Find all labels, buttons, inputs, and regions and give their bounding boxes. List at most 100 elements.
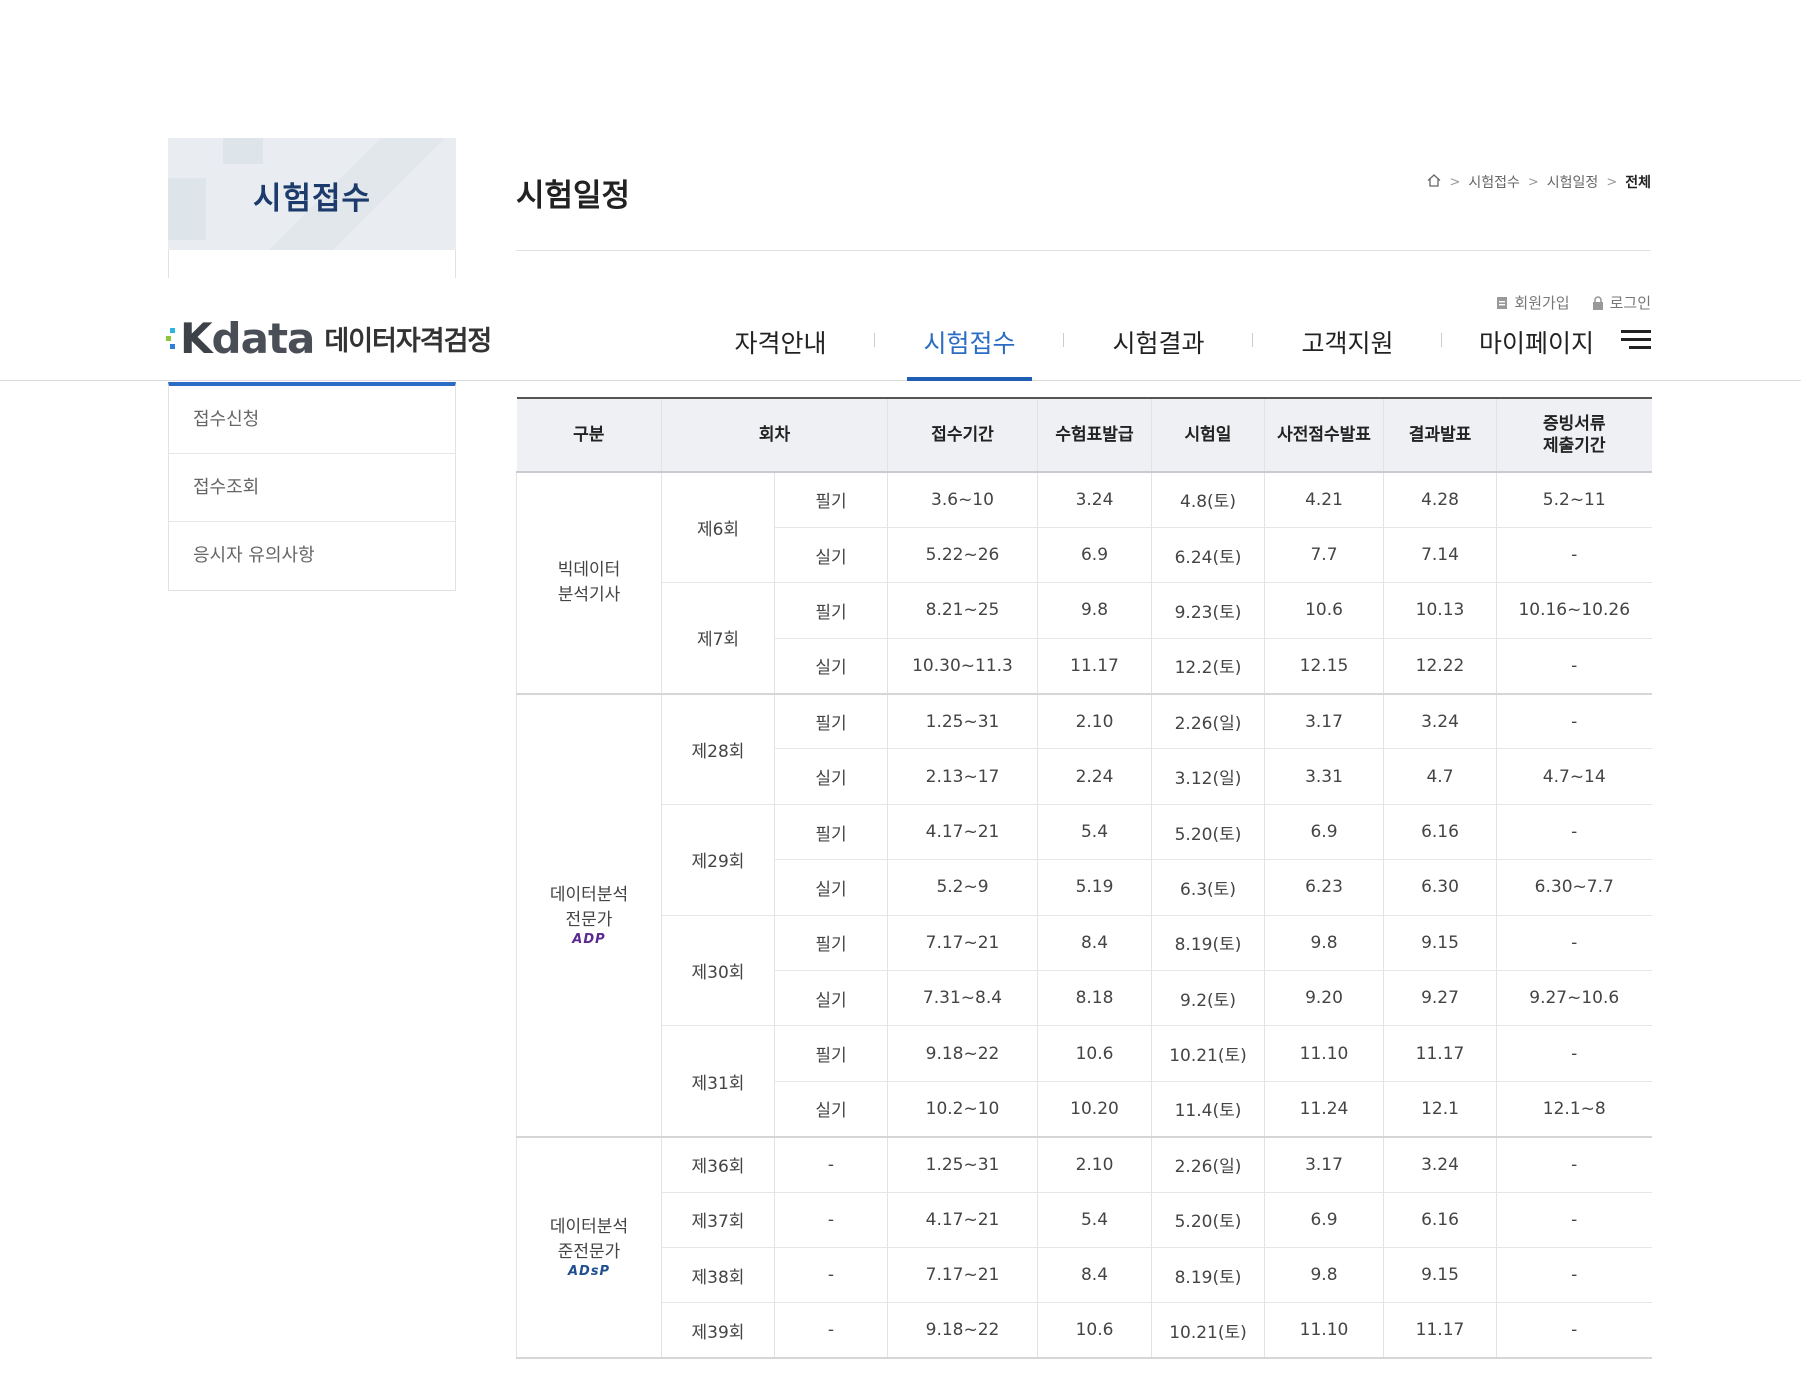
breadcrumb-item[interactable]: 시험일정 <box>1547 172 1599 192</box>
cell-exam-date: 6.24(토) <box>1151 527 1265 584</box>
cell-exam-date: 8.19(토) <box>1151 1247 1265 1304</box>
page-title: 시험일정 <box>516 178 631 214</box>
sidebar-item-notice[interactable]: 응시자 유의사항 <box>169 522 455 590</box>
cell-pre-score: 11.10 <box>1264 1025 1384 1082</box>
cell-exam-type: 필기 <box>774 1025 888 1082</box>
nav-exam-results[interactable]: 시험결과 <box>1064 324 1253 381</box>
cell-period: 3.6~10 <box>887 472 1038 528</box>
nav-customer-support[interactable]: 고객지원 <box>1253 324 1442 381</box>
cell-exam-date: 5.20(토) <box>1151 804 1265 861</box>
table-row: 제31회 필기 9.18~22 10.6 10.21(토) 11.10 11.17- <box>517 1025 1652 1138</box>
site-logo[interactable]: Kdata 데이터자격검정 <box>166 314 492 363</box>
cell-exam-date: 2.26(일) <box>1151 693 1265 750</box>
cell-ticket: 9.8 <box>1037 582 1152 639</box>
cell-period: 7.31~8.4 <box>887 970 1038 1027</box>
cell-exam-date: 12.2(토) <box>1151 638 1265 695</box>
cell-round: 제37회 <box>661 1192 775 1248</box>
cell-documents: 9.27~10.6 <box>1496 970 1652 1027</box>
sidebar-title: 시험접수 <box>252 181 372 217</box>
cell-documents: - <box>1496 804 1652 861</box>
cell-ticket: 10.6 <box>1037 1025 1152 1082</box>
cell-period: 1.25~31 <box>887 693 1038 750</box>
cell-exam-date: 5.20(토) <box>1151 1192 1265 1248</box>
cell-ticket: 2.10 <box>1037 693 1152 750</box>
logo-mark-icon <box>166 324 178 354</box>
cell-result: 4.28 <box>1383 472 1497 528</box>
cell-exam-date: 4.8(토) <box>1151 472 1265 528</box>
cell-category: 빅데이터 분석기사 <box>516 472 662 695</box>
cell-documents: - <box>1496 915 1652 972</box>
cell-pre-score: 6.9 <box>1264 1192 1384 1248</box>
nav-exam-application[interactable]: 시험접수 <box>875 324 1064 381</box>
cell-result: 12.1 <box>1383 1081 1497 1138</box>
breadcrumb-current: 전체 <box>1625 175 1651 191</box>
join-link[interactable]: 회원가입 <box>1496 292 1570 313</box>
menu-icon[interactable] <box>1621 330 1651 350</box>
cell-period: 7.17~21 <box>887 1247 1038 1304</box>
cell-pre-score: 11.10 <box>1264 1302 1384 1360</box>
lock-icon <box>1592 295 1603 310</box>
cell-pre-score: 4.21 <box>1264 472 1384 528</box>
cell-documents: 4.7~14 <box>1496 748 1652 805</box>
cell-round: 제31회 <box>661 1025 775 1138</box>
cell-result: 12.22 <box>1383 638 1497 695</box>
nav-qualification-info[interactable]: 자격안내 <box>686 324 875 381</box>
cell-ticket: 10.20 <box>1037 1081 1152 1138</box>
cell-period: 9.18~22 <box>887 1025 1038 1082</box>
cell-ticket: 3.24 <box>1037 472 1152 528</box>
cell-round: 제6회 <box>661 472 775 584</box>
exam-schedule-table-wrap: 구분 회차 접수기간 수험표발급 시험일 사전점수발표 결과발표 증빙서류 제출기… <box>516 397 1652 1360</box>
cell-documents: 10.16~10.26 <box>1496 582 1652 639</box>
header-documents: 증빙서류 제출기간 <box>1496 397 1652 473</box>
cell-documents: - <box>1496 1025 1652 1082</box>
table-row: 제39회 -9.18~22 10.6 10.21(토) 11.10 11.17- <box>517 1302 1652 1360</box>
cell-documents: 6.30~7.7 <box>1496 859 1652 916</box>
cell-result: 4.7 <box>1383 748 1497 805</box>
cell-exam-type: 필기 <box>774 915 888 972</box>
cell-ticket: 5.4 <box>1037 1192 1152 1248</box>
cell-documents: - <box>1496 693 1652 750</box>
cell-exam-date: 3.12(일) <box>1151 748 1265 805</box>
logo-subtitle: 데이터자격검정 <box>324 326 492 357</box>
cell-documents: - <box>1496 527 1652 584</box>
cell-documents: - <box>1496 638 1652 695</box>
cell-ticket: 5.19 <box>1037 859 1152 916</box>
nav-my-page[interactable]: 마이페이지 <box>1442 324 1631 381</box>
cell-result: 3.24 <box>1383 1136 1497 1193</box>
cell-exam-date: 9.23(토) <box>1151 582 1265 639</box>
cell-ticket: 5.4 <box>1037 804 1152 861</box>
sidebar-menu: 접수신청 접수조회 응시자 유의사항 <box>168 382 456 591</box>
login-link[interactable]: 로그인 <box>1592 292 1651 313</box>
cell-exam-type: - <box>774 1302 888 1360</box>
utility-menu: 회원가입 로그인 <box>1496 292 1651 313</box>
join-label: 회원가입 <box>1514 294 1570 312</box>
cell-period: 4.17~21 <box>887 1192 1038 1248</box>
logo-wordmark: Kdata <box>180 314 315 363</box>
sidebar-item-lookup[interactable]: 접수조회 <box>169 454 455 522</box>
cell-exam-type: 실기 <box>774 527 888 584</box>
cell-result: 6.16 <box>1383 1192 1497 1248</box>
cell-category: 데이터분석 전문가 ADP <box>516 693 662 1138</box>
table-row: 제7회 필기 8.21~25 9.8 9.23(토) 10.6 10.13 10.16~10.… <box>517 582 1652 695</box>
cell-round: 제39회 <box>661 1302 775 1360</box>
cell-exam-type: 필기 <box>774 582 888 639</box>
cell-pre-score: 12.15 <box>1264 638 1384 695</box>
cell-result: 11.17 <box>1383 1025 1497 1082</box>
document-icon <box>1497 296 1508 309</box>
cell-exam-type: - <box>774 1192 888 1248</box>
cell-ticket: 6.9 <box>1037 527 1152 584</box>
cell-pre-score: 11.24 <box>1264 1081 1384 1138</box>
cell-round: 제36회 <box>661 1136 775 1193</box>
sidebar-frame <box>168 250 456 278</box>
cell-result: 9.15 <box>1383 915 1497 972</box>
breadcrumb-item[interactable]: 시험접수 <box>1468 172 1520 192</box>
cell-period: 10.2~10 <box>887 1081 1038 1138</box>
cell-exam-date: 9.2(토) <box>1151 970 1265 1027</box>
header-result: 결과발표 <box>1383 397 1497 473</box>
cell-period: 5.22~26 <box>887 527 1038 584</box>
cell-category: 데이터분석 준전문가 ADsP <box>516 1136 662 1360</box>
table-header-row: 구분 회차 접수기간 수험표발급 시험일 사전점수발표 결과발표 증빙서류 제출기… <box>516 397 1652 473</box>
cell-pre-score: 3.17 <box>1264 693 1384 750</box>
home-icon[interactable] <box>1427 173 1441 191</box>
sidebar-item-apply[interactable]: 접수신청 <box>169 386 455 454</box>
